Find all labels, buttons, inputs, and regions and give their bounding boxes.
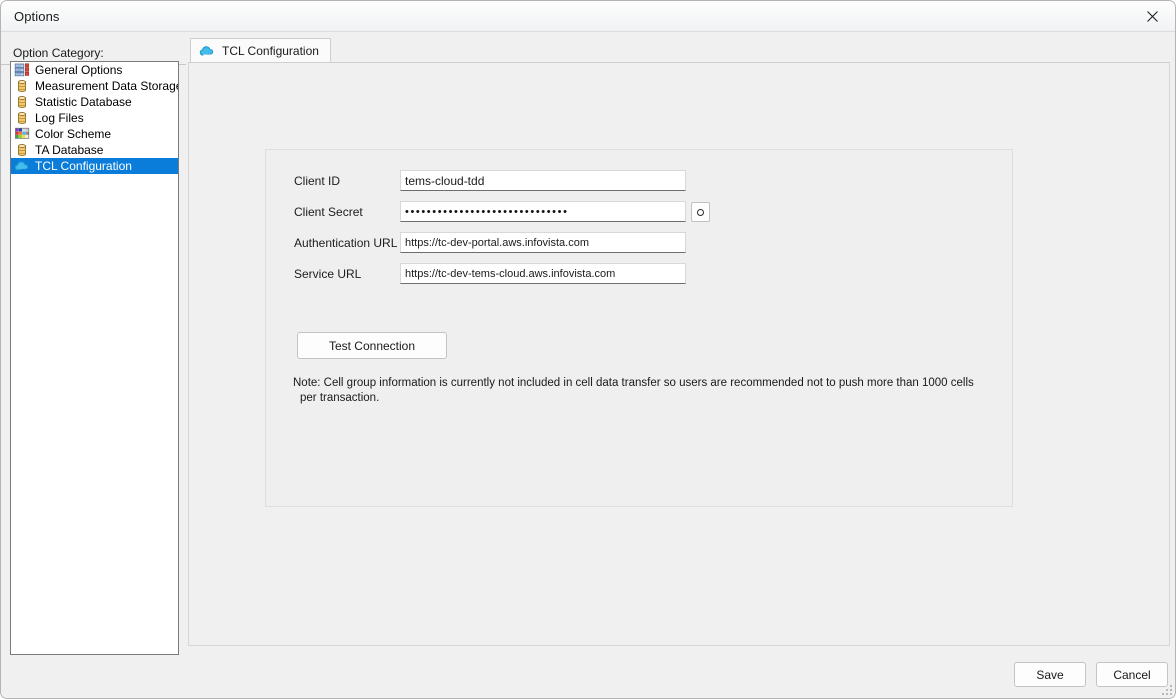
cloud-icon [14, 158, 30, 174]
database-icon [14, 78, 30, 94]
list-settings-icon [14, 62, 30, 78]
option-category-pane: Option Category: General Options Measurem… [1, 32, 186, 698]
option-category-listbox[interactable]: General Options Measurement Data Storage S… [10, 61, 179, 655]
test-connection-button[interactable]: Test Connection [297, 332, 447, 359]
option-category-label: Option Category: [13, 46, 104, 60]
sidebar-item-log-files[interactable]: Log Files [11, 110, 178, 126]
sidebar-item-label: TCL Configuration [35, 159, 132, 173]
reveal-secret-glyph [697, 208, 704, 216]
authentication-url-label: Authentication URL [294, 236, 398, 250]
client-id-input[interactable] [400, 170, 686, 191]
sidebar-item-label: Statistic Database [35, 95, 132, 109]
close-icon[interactable] [1130, 1, 1175, 31]
eye-circle-icon[interactable] [691, 202, 710, 222]
sidebar-item-ta-database[interactable]: TA Database [11, 142, 178, 158]
sidebar-item-color-scheme[interactable]: Color Scheme [11, 126, 178, 142]
client-secret-input[interactable] [400, 201, 686, 222]
sidebar-item-general-options[interactable]: General Options [11, 62, 178, 78]
window-title: Options [14, 9, 60, 24]
database-icon [14, 142, 30, 158]
authentication-url-input[interactable] [400, 232, 686, 253]
color-palette-icon [14, 126, 30, 142]
tab-page-tcl-configuration: Client ID Client Secret Authentication U… [188, 62, 1170, 646]
resize-grip[interactable] [1160, 683, 1172, 695]
sidebar-item-tcl-configuration[interactable]: TCL Configuration [11, 158, 178, 174]
sidebar-item-label: Measurement Data Storage [35, 79, 179, 93]
tab-label: TCL Configuration [222, 44, 319, 58]
sidebar-item-label: Color Scheme [35, 127, 112, 141]
database-icon [14, 110, 30, 126]
note-line-2: per transaction. [300, 392, 380, 404]
cell-group-note: Note: Cell group information is currentl… [293, 376, 983, 406]
client-id-label: Client ID [294, 174, 341, 188]
client-secret-label: Client Secret [294, 205, 363, 219]
options-dialog-window: Options Option Category: General Options… [0, 0, 1176, 699]
tab-strip: TCL Configuration [186, 38, 1175, 63]
service-url-input[interactable] [400, 263, 686, 284]
sidebar-item-label: Log Files [35, 111, 84, 125]
tcl-settings-group: Client ID Client Secret Authentication U… [265, 149, 1013, 507]
cloud-icon [199, 43, 215, 59]
title-bar: Options [1, 1, 1175, 32]
content-pane: TCL Configuration Client ID Client Secre… [186, 32, 1175, 698]
service-url-label: Service URL [294, 267, 362, 281]
note-line-1: Note: Cell group information is currentl… [293, 377, 974, 389]
sidebar-item-measurement-data-storage[interactable]: Measurement Data Storage [11, 78, 178, 94]
save-button[interactable]: Save [1014, 662, 1086, 687]
sidebar-item-label: TA Database [35, 143, 104, 157]
tab-tcl-configuration[interactable]: TCL Configuration [190, 38, 331, 63]
sidebar-item-statistic-database[interactable]: Statistic Database [11, 94, 178, 110]
cancel-button[interactable]: Cancel [1096, 662, 1168, 687]
sidebar-item-label: General Options [35, 63, 123, 77]
database-icon [14, 94, 30, 110]
